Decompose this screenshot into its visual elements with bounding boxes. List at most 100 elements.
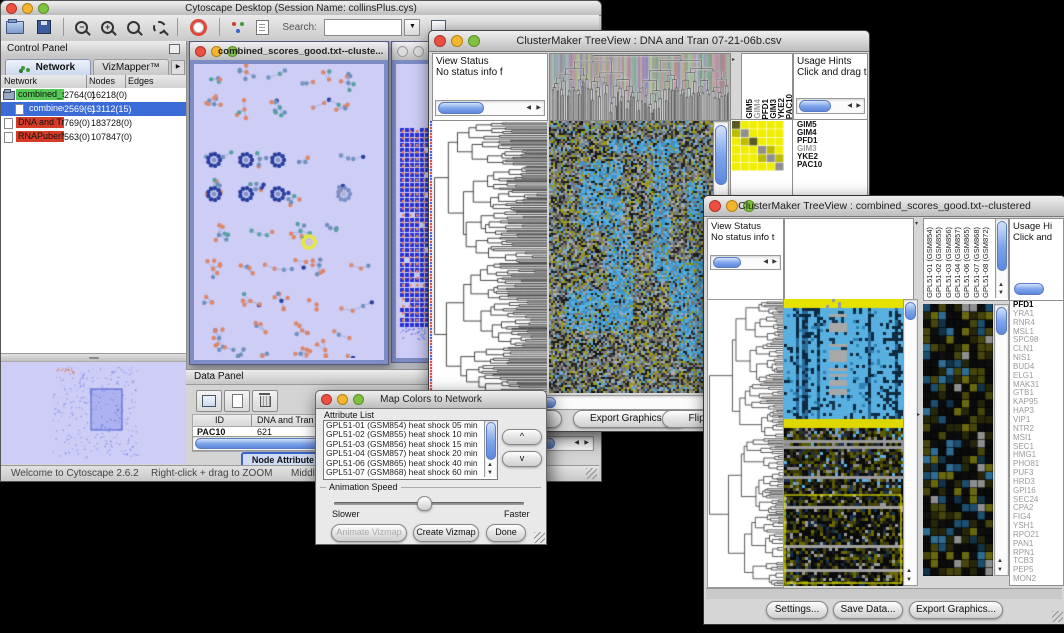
row-dendrogram-canvas[interactable] — [433, 121, 547, 393]
scroll-down-icon[interactable]: ▼ — [487, 470, 493, 476]
network-list-row[interactable]: combined_scores2764(0)16218(0) — [1, 88, 186, 102]
scrollbar-thumb[interactable] — [713, 257, 741, 268]
annotation-icon[interactable] — [256, 20, 269, 35]
scrollbar-thumb[interactable] — [799, 100, 831, 112]
zoom-out-icon[interactable]: − — [75, 21, 88, 34]
attribute-list-item[interactable]: GPL51-07 (GSM868) heat shock 60 min — [324, 468, 497, 477]
save-data-button[interactable]: Save Data... — [833, 601, 903, 619]
row-dendrogram-canvas[interactable] — [707, 299, 784, 588]
slider-min-label: Slower — [332, 509, 360, 519]
vizmapper-icon[interactable] — [232, 22, 236, 26]
scroll-up-icon[interactable]: ▲ — [998, 282, 1004, 288]
new-attribute-button[interactable] — [224, 390, 250, 412]
column-dendrogram-canvas[interactable] — [549, 53, 731, 121]
resize-grip[interactable] — [1052, 611, 1063, 622]
close-icon[interactable] — [195, 46, 206, 57]
scroll-left-icon[interactable]: ◀ — [763, 259, 768, 265]
doc-icon — [15, 104, 24, 115]
delete-attribute-button[interactable] — [252, 390, 278, 412]
scroll-right-icon[interactable]: ▶ — [772, 259, 777, 265]
tab-network[interactable]: Network — [5, 59, 91, 75]
done-button[interactable]: Done — [486, 524, 526, 542]
gene-label[interactable]: MON2 — [1010, 575, 1063, 584]
move-down-button[interactable]: v — [502, 451, 542, 467]
attribute-list-vscrollbar[interactable]: ▲ ▼ — [484, 421, 497, 477]
minimize-icon[interactable] — [413, 46, 424, 57]
scroll-up-icon[interactable]: ▲ — [487, 462, 493, 468]
column-header-network[interactable]: Network — [4, 76, 37, 86]
zoom-in-icon[interactable]: + — [101, 21, 114, 34]
correlation-matrix-canvas[interactable] — [732, 121, 784, 171]
float-panel-icon[interactable] — [169, 44, 180, 54]
zoom-fit-icon[interactable] — [127, 21, 140, 34]
resize-grip[interactable] — [586, 468, 597, 479]
control-panel-tabs: Network VizMapper™ ▶ — [1, 57, 186, 76]
view-status-hscrollbar[interactable]: ◀ ▶ — [710, 255, 781, 270]
network-canvas-clusters[interactable] — [194, 64, 382, 358]
view-status-hscrollbar[interactable]: ◀ ▶ — [435, 100, 545, 116]
slider-thumb[interactable] — [417, 496, 432, 511]
animate-vizmap-button[interactable]: Animate Vizmap — [331, 524, 407, 542]
scrollbar-thumb[interactable] — [996, 307, 1007, 335]
network-list-row[interactable]: DNA and Tran 07769(0)183728(0) — [1, 116, 186, 130]
expand-arrow-icon[interactable]: ▸ — [732, 57, 735, 63]
network-view-window-1[interactable]: combined_scores_good.txt--cluste... — [189, 41, 389, 365]
scrollbar-thumb[interactable] — [1014, 283, 1044, 295]
settings-button[interactable]: Settings... — [766, 601, 828, 619]
column-header-edges[interactable]: Edges — [128, 76, 154, 86]
column-header-nodes[interactable]: Nodes — [89, 76, 115, 86]
treeview2-title: ClusterMaker TreeView : combined_scores_… — [704, 200, 1064, 212]
column-labels-vscrollbar[interactable]: ▲ ▼ — [995, 219, 1008, 298]
scroll-left-icon[interactable]: ◀ — [847, 103, 852, 109]
main-titlebar[interactable]: Cytoscape Desktop (Session Name: collins… — [1, 1, 601, 16]
scrollbar-thumb[interactable] — [997, 221, 1007, 271]
control-panel-title: Control Panel — [7, 43, 68, 54]
tab-overflow-button[interactable]: ▶ — [171, 60, 185, 75]
scroll-left-icon[interactable]: ◀ — [574, 440, 579, 446]
scroll-left-icon[interactable]: ◀ — [526, 105, 531, 111]
move-up-button[interactable]: ^ — [502, 429, 542, 445]
create-vizmap-button[interactable]: Create Vizmap — [413, 524, 479, 542]
scroll-up-icon[interactable]: ▲ — [906, 568, 912, 574]
scrollbar-thumb[interactable] — [486, 422, 496, 460]
scrollbar-thumb[interactable] — [715, 125, 727, 185]
heatmap-canvas[interactable] — [784, 299, 903, 586]
table-header-id[interactable]: ID — [215, 415, 224, 425]
usage-hints-hscrollbar[interactable]: ◀ ▶ — [796, 98, 865, 114]
zoom-heatmap-canvas[interactable] — [923, 304, 993, 576]
scroll-right-icon[interactable]: ▶ — [584, 440, 589, 446]
scroll-down-icon[interactable]: ▼ — [997, 567, 1003, 573]
zoom-selected-icon[interactable] — [153, 21, 166, 34]
scroll-up-icon[interactable]: ▲ — [997, 558, 1003, 564]
close-icon[interactable] — [397, 46, 408, 57]
scroll-right-icon[interactable]: ▶ — [856, 103, 861, 109]
network-list-row[interactable]: RNAPuberNov2+563(0)107847(0) — [1, 130, 186, 144]
save-session-icon[interactable] — [37, 20, 51, 34]
zoom-vscrollbar[interactable]: ▲ ▼ — [994, 304, 1009, 576]
export-graphics-button[interactable]: Export Graphics... — [909, 601, 1003, 619]
network-overview-panel[interactable] — [1, 361, 186, 464]
heatmap-canvas[interactable] — [549, 121, 729, 393]
network-nodes-count: 563(0) — [64, 132, 90, 142]
expand-arrow-icon[interactable]: ▸ — [917, 412, 920, 418]
heatmap-vscrollbar[interactable]: ▲ ▼ — [903, 299, 918, 586]
network-overview-canvas[interactable] — [1, 362, 184, 462]
scroll-down-icon[interactable]: ▼ — [906, 577, 912, 583]
network-list-row[interactable]: combined_sco2569(6)13112(15) — [1, 102, 186, 116]
column-dendrogram-panel[interactable] — [784, 218, 914, 301]
help-lifesaver-icon[interactable] — [190, 19, 207, 36]
search-input[interactable] — [324, 19, 402, 36]
usage-hints-text: Click and drag to — [797, 67, 868, 78]
tab-vizmapper[interactable]: VizMapper™ — [93, 59, 169, 75]
zoom-row-labels: GIM5GIM4PFD1GIM3YKE2PAC10 — [795, 121, 865, 169]
select-attributes-button[interactable] — [196, 390, 222, 412]
scrollbar-thumb[interactable] — [905, 302, 916, 320]
search-dropdown-button[interactable]: ▼ — [404, 19, 420, 36]
scroll-down-icon[interactable]: ▼ — [998, 290, 1004, 296]
scrollbar-thumb[interactable] — [438, 102, 484, 114]
attribute-listbox[interactable]: GPL51-01 (GSM854) heat shock 05 minGPL51… — [323, 420, 498, 480]
scroll-right-icon[interactable]: ▶ — [536, 105, 541, 111]
open-file-icon[interactable] — [6, 21, 24, 34]
expand-arrow-icon[interactable]: ▾ — [915, 221, 918, 227]
resize-grip[interactable] — [534, 532, 545, 543]
